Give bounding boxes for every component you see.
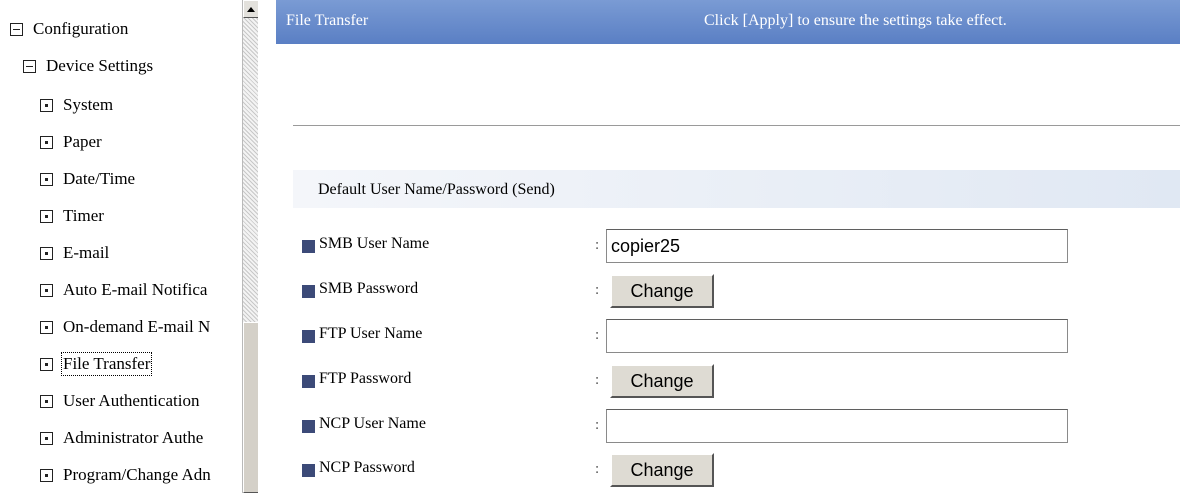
page-node-icon: [40, 431, 53, 445]
section-header: Default User Name/Password (Send): [293, 170, 1180, 208]
tree-item-configuration[interactable]: Configuration: [10, 15, 128, 43]
apply-hint-text: Click [Apply] to ensure the settings tak…: [704, 12, 1007, 29]
form-row-smb-password: SMB Password : Change: [302, 273, 1172, 308]
tree-item-label: Configuration: [33, 19, 129, 38]
ncp-user-name-input[interactable]: [606, 409, 1068, 443]
ncp-password-change-button[interactable]: Change: [610, 453, 714, 487]
section-title: Default User Name/Password (Send): [318, 181, 555, 198]
smb-password-change-button[interactable]: Change: [610, 274, 714, 308]
page-node-icon: [40, 394, 53, 408]
bullet-square-icon: [302, 330, 315, 343]
page-node-icon: [40, 135, 53, 149]
ftp-user-name-input[interactable]: [606, 319, 1068, 353]
bullet-square-icon: [302, 375, 315, 388]
tree-item-device-settings[interactable]: Device Settings: [23, 52, 153, 80]
tree-item-label: System: [63, 95, 114, 114]
separator: :: [595, 327, 600, 343]
tree-item-label: Paper: [63, 132, 102, 151]
separator: :: [595, 417, 600, 433]
tree-item-label: Administrator Authe: [63, 428, 204, 447]
tree-item-auto-email-notification[interactable]: Auto E-mail Notifica: [40, 276, 207, 304]
page-header-bar: File Transfer Click [Apply] to ensure th…: [276, 0, 1180, 44]
form-row-ftp-user-name: FTP User Name :: [302, 318, 1172, 353]
tree-item-user-authentication[interactable]: User Authentication: [40, 387, 199, 415]
tree-item-file-transfer[interactable]: File Transfer: [40, 350, 153, 378]
bullet-square-icon: [302, 240, 315, 253]
tree-item-label: On-demand E-mail N: [63, 317, 211, 336]
bullet-square-icon: [302, 420, 315, 433]
tree-item-e-mail[interactable]: E-mail: [40, 239, 109, 267]
tree-item-label: Device Settings: [46, 56, 154, 75]
tree-item-administrator-authentication[interactable]: Administrator Authe: [40, 424, 203, 452]
field-label: FTP User Name: [319, 325, 423, 342]
tree-item-label: Program/Change Adn: [63, 465, 211, 484]
tree-item-label: Timer: [63, 206, 104, 225]
page-title: File Transfer: [286, 12, 369, 29]
page-node-icon: [40, 468, 53, 482]
tree-item-program-change-admin[interactable]: Program/Change Adn: [40, 461, 211, 489]
page-node-icon: [40, 98, 53, 112]
main-content: File Transfer Click [Apply] to ensure th…: [258, 0, 1180, 493]
field-label: NCP User Name: [319, 415, 426, 432]
page-node-icon: [40, 357, 53, 371]
collapse-icon[interactable]: [23, 59, 36, 73]
tree-item-paper[interactable]: Paper: [40, 128, 102, 156]
smb-user-name-input[interactable]: [606, 229, 1068, 263]
scroll-up-arrow-icon[interactable]: [243, 0, 258, 18]
field-label: SMB User Name: [319, 235, 430, 252]
field-label: NCP Password: [319, 459, 415, 476]
field-label: FTP Password: [319, 370, 412, 387]
field-label: SMB Password: [319, 280, 419, 297]
separator: :: [595, 461, 600, 477]
form-row-ftp-password: FTP Password : Change: [302, 363, 1172, 398]
nav-scrollbar[interactable]: [242, 0, 258, 493]
tree-item-system[interactable]: System: [40, 91, 113, 119]
tree-item-label: Date/Time: [63, 169, 136, 188]
tree-item-label: E-mail: [63, 243, 110, 262]
tree-item-on-demand-email[interactable]: On-demand E-mail N: [40, 313, 210, 341]
page-node-icon: [40, 209, 53, 223]
page-node-icon: [40, 283, 53, 297]
page-node-icon: [40, 246, 53, 260]
navigation-tree: Configuration Device Settings System Pap…: [0, 0, 258, 493]
tree-item-date-time[interactable]: Date/Time: [40, 165, 135, 193]
tree-item-timer[interactable]: Timer: [40, 202, 104, 230]
separator: :: [595, 237, 600, 253]
page-node-icon: [40, 320, 53, 334]
bullet-square-icon: [302, 285, 315, 298]
form-row-ncp-password: NCP Password : Change: [302, 452, 1172, 487]
tree-item-label: File Transfer: [60, 352, 153, 376]
tree-item-label: Auto E-mail Notifica: [63, 280, 208, 299]
ftp-password-change-button[interactable]: Change: [610, 364, 714, 398]
bullet-square-icon: [302, 464, 315, 477]
scrollbar-thumb[interactable]: [243, 322, 258, 493]
form-row-ncp-user-name: NCP User Name :: [302, 408, 1172, 443]
separator: :: [595, 372, 600, 388]
form-row-smb-user-name: SMB User Name :: [302, 228, 1172, 263]
collapse-icon[interactable]: [10, 22, 23, 36]
divider: [293, 125, 1180, 126]
page-node-icon: [40, 172, 53, 186]
tree-item-label: User Authentication: [63, 391, 200, 410]
separator: :: [595, 282, 600, 298]
